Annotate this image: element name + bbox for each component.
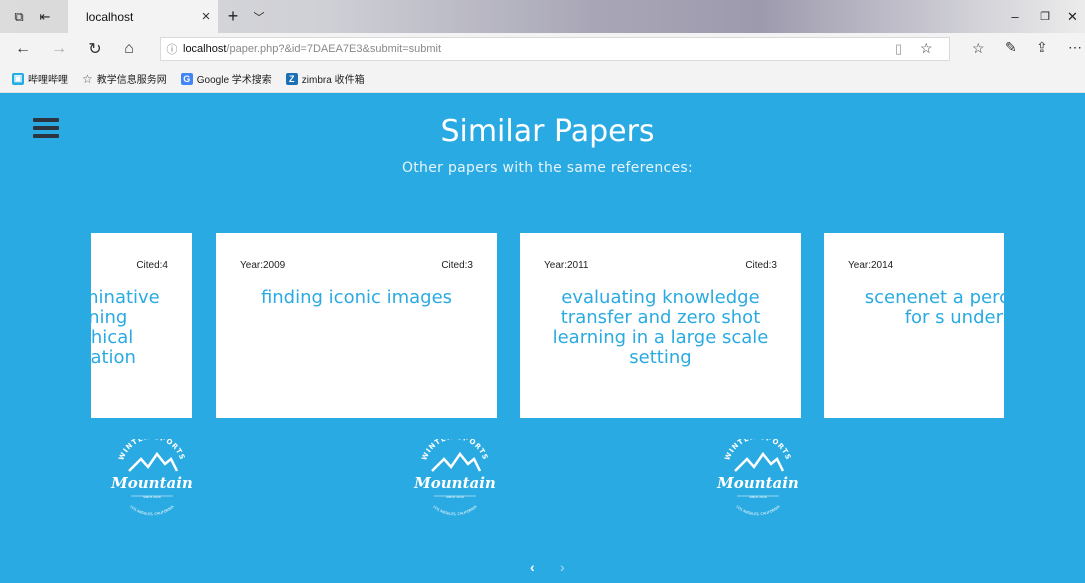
favorites-hub-icon[interactable]: ☆ — [972, 40, 985, 57]
refresh-icon[interactable]: ↻ — [80, 33, 110, 65]
forward-icon[interactable]: → — [44, 33, 74, 65]
mountain-logo: WINTER SPORTS Mountain SINCE 2016 LOS AN… — [410, 433, 500, 519]
paper-card[interactable]: Year:2011 Cited:3 evaluating knowledge t… — [520, 233, 801, 418]
pen-icon[interactable]: ✎ — [1005, 39, 1017, 56]
svg-text:SINCE 2016: SINCE 2016 — [749, 495, 767, 499]
svg-text:WINTER SPORTS: WINTER SPORTS — [117, 439, 186, 462]
carousel-next-button[interactable]: › — [560, 559, 565, 575]
cited-count: Cited:3 — [745, 260, 777, 271]
reading-view-icon[interactable]: ▯ — [895, 41, 902, 57]
close-tab-icon[interactable]: × — [194, 8, 218, 25]
paper-year: Year:2009 — [240, 260, 286, 271]
tab-aside-icon[interactable]: ⇤ — [34, 0, 56, 33]
url-path: /paper.php?&id=7DAEA7E3&submit=submit — [226, 43, 442, 55]
tab-actions-icon[interactable]: ⧉ — [8, 0, 30, 33]
favorite-label: Google 学术搜索 — [196, 75, 272, 86]
paper-card[interactable]: Year:2009 Cited:3 finding iconic images — [216, 233, 497, 418]
address-input[interactable]: ⓘ localhost/paper.php?&id=7DAEA7E3&submi… — [160, 37, 950, 61]
favorite-star-icon[interactable]: ☆ — [920, 40, 933, 57]
restore-icon[interactable]: ❐ — [1030, 0, 1060, 33]
svg-text:Mountain: Mountain — [413, 474, 496, 492]
page-subtitle: Other papers with the same references: — [401, 160, 694, 176]
favorites-bar: ▣ 哔哩哔哩 ☆ 教学信息服务网 G Google 学术搜索 Z zimbra … — [0, 65, 1085, 93]
favorite-item-google-scholar[interactable]: G Google 学术搜索 — [180, 71, 272, 86]
favorite-label: zimbra 收件箱 — [301, 75, 365, 86]
svg-text:LOS ANGELES, CALIFORNIA: LOS ANGELES, CALIFORNIA — [735, 504, 781, 516]
svg-text:SINCE 2016: SINCE 2016 — [446, 495, 464, 499]
paper-year: Year:2011 — [544, 260, 589, 271]
minimize-icon[interactable]: – — [1000, 0, 1030, 33]
paper-title[interactable]: evaluating knowledge transfer and zero s… — [550, 288, 771, 368]
svg-text:WINTER SPORTS: WINTER SPORTS — [420, 439, 489, 462]
home-icon[interactable]: ⌂ — [114, 33, 144, 65]
browser-title-bar: ⧉ ⇤ localhost × + ﹀ – ❐ ✕ — [0, 0, 1085, 33]
svg-text:SINCE 2016: SINCE 2016 — [143, 495, 161, 499]
new-tab-icon[interactable]: + — [222, 0, 244, 33]
cited-count: Cited:3 — [441, 260, 473, 271]
mountain-logo: WINTER SPORTS Mountain SINCE 2016 LOS AN… — [107, 433, 197, 519]
share-icon[interactable]: ⇪ — [1036, 39, 1048, 56]
close-window-icon[interactable]: ✕ — [1060, 0, 1085, 33]
paper-card[interactable]: Cited:4 minative rning chical zation — [91, 233, 192, 418]
favorite-item-bilibili[interactable]: ▣ 哔哩哔哩 — [12, 71, 68, 86]
favorite-item-teaching[interactable]: ☆ 教学信息服务网 — [82, 71, 167, 87]
cited-count: Cited:4 — [136, 260, 168, 271]
favorite-label: 哔哩哔哩 — [28, 75, 68, 86]
more-icon[interactable]: ⋯ — [1068, 39, 1082, 56]
google-scholar-icon: G — [180, 72, 193, 85]
paper-year: Year:2014 — [848, 260, 894, 271]
svg-text:LOS ANGELES, CALIFORNIA: LOS ANGELES, CALIFORNIA — [432, 504, 478, 516]
favorite-item-zimbra[interactable]: Z zimbra 收件箱 — [285, 71, 365, 86]
paper-title[interactable]: scenenet a perc ontology for s understan… — [854, 288, 1004, 328]
page-title: Similar Papers — [440, 114, 655, 149]
svg-text:Mountain: Mountain — [716, 474, 799, 492]
url-host: localhost — [183, 43, 227, 55]
carousel-prev-button[interactable]: ‹ — [530, 559, 535, 575]
address-toolbar: ← → ↻ ⌂ ⓘ localhost/paper.php?&id=7DAEA7… — [0, 33, 1085, 65]
tab-list-chevron-icon[interactable]: ﹀ — [248, 0, 270, 33]
paper-title[interactable]: minative rning chical zation — [91, 288, 192, 368]
tab-title: localhost — [86, 9, 134, 24]
svg-text:LOS ANGELES, CALIFORNIA: LOS ANGELES, CALIFORNIA — [129, 504, 175, 516]
site-info-icon[interactable]: ⓘ — [161, 41, 183, 57]
svg-text:Mountain: Mountain — [110, 474, 193, 492]
bilibili-icon: ▣ — [12, 72, 24, 85]
page-content: Similar Papers Other papers with the sam… — [0, 94, 1085, 583]
mountain-logo: WINTER SPORTS Mountain SINCE 2016 LOS AN… — [713, 433, 803, 519]
back-icon[interactable]: ← — [8, 33, 38, 65]
favorite-label: 教学信息服务网 — [96, 75, 167, 86]
browser-tab[interactable]: localhost × — [68, 0, 218, 33]
svg-text:WINTER SPORTS: WINTER SPORTS — [723, 439, 792, 462]
star-icon: ☆ — [82, 71, 93, 86]
zimbra-icon: Z — [285, 72, 298, 85]
paper-card[interactable]: Year:2014 scenenet a perc ontology for s… — [824, 233, 1004, 418]
paper-title[interactable]: finding iconic images — [226, 288, 487, 308]
